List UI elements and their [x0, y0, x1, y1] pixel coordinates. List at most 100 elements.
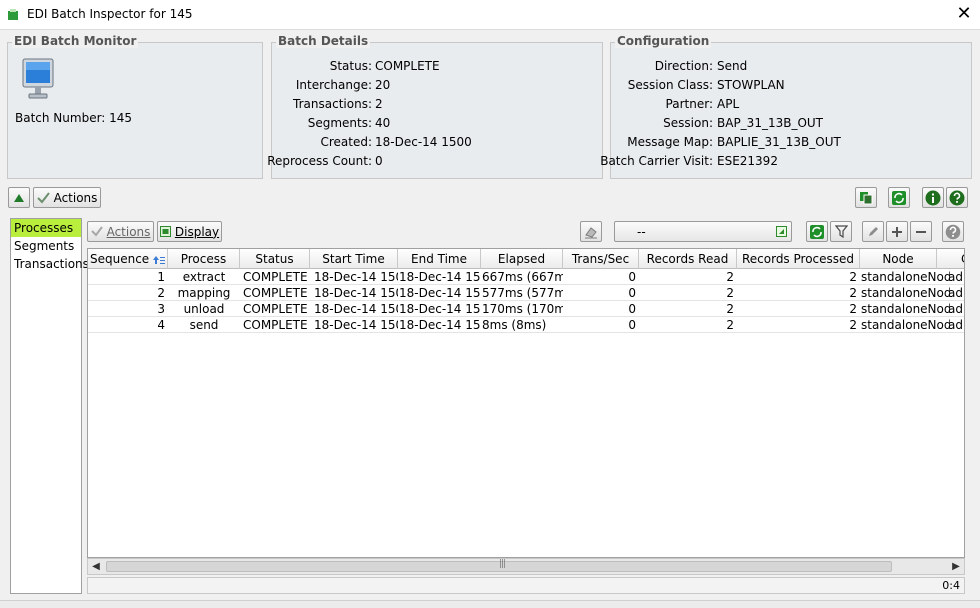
grid-status-bar: 0:4 — [87, 577, 965, 594]
config-value: ESE21392 — [717, 154, 778, 168]
cell-sequence: 4 — [157, 318, 165, 332]
cell-trans-sec: 0 — [628, 302, 636, 316]
col-header-c[interactable]: C — [937, 249, 964, 269]
display-button[interactable]: Display — [157, 221, 222, 242]
inner-actions-label: Actions — [106, 224, 151, 239]
app-icon — [8, 9, 18, 20]
cell-end-time: 18-Dec-14 1500 — [399, 302, 481, 316]
configuration-title: Configuration — [615, 34, 712, 48]
config-carrier-visit-row: Batch Carrier Visit: ESE21392 — [600, 153, 971, 169]
refresh-icon — [892, 190, 906, 205]
nav-item-processes[interactable]: Processes — [11, 219, 81, 237]
scroll-right-icon[interactable]: ▶ — [948, 559, 964, 574]
cell-c: ad — [948, 302, 963, 316]
scroll-left-icon[interactable]: ◀ — [88, 559, 104, 574]
processes-grid: Sequence Process Status Start Time End T… — [87, 248, 965, 558]
refresh-icon — [810, 224, 824, 239]
detail-value: 0 — [375, 154, 383, 168]
triangle-up-icon — [14, 193, 24, 202]
cell-start-time: 18-Dec-14 1500 — [314, 318, 398, 332]
batch-number: Batch Number: 145 — [15, 111, 133, 125]
copy-button[interactable] — [855, 187, 877, 208]
actions-label: Actions — [53, 190, 98, 205]
cell-process: mapping — [177, 286, 231, 300]
col-header-status[interactable]: Status — [240, 249, 310, 269]
table-row[interactable]: 4 send COMPLETE 18-Dec-14 1500 18-Dec-14… — [88, 317, 964, 333]
col-header-start-time[interactable]: Start Time — [310, 249, 398, 269]
actions-button[interactable]: Actions — [33, 187, 101, 208]
table-row[interactable]: 2 mapping COMPLETE 18-Dec-14 1500 18-Dec… — [88, 285, 964, 301]
window-bottom-edge — [0, 600, 980, 608]
refresh-button[interactable] — [888, 187, 910, 208]
table-row[interactable]: 1 extract COMPLETE 18-Dec-14 1500 18-Dec… — [88, 269, 964, 285]
cell-trans-sec: 0 — [628, 318, 636, 332]
minus-icon — [916, 230, 926, 233]
cell-status: COMPLETE — [243, 318, 308, 332]
info-button[interactable] — [922, 187, 944, 208]
batch-monitor-title: EDI Batch Monitor — [12, 34, 139, 48]
detail-label: Reprocess Count: — [267, 154, 372, 168]
remove-button[interactable] — [910, 221, 932, 242]
col-header-records-processed[interactable]: Records Processed — [737, 249, 860, 269]
checkmark-icon — [36, 191, 50, 204]
col-header-records-read[interactable]: Records Read — [639, 249, 737, 269]
config-session-row: Session: BAP_31_13B_OUT — [611, 115, 971, 131]
col-header-process[interactable]: Process — [168, 249, 240, 269]
config-direction-row: Direction: Send — [611, 58, 971, 74]
batch-monitor-panel: EDI Batch Monitor Batch Number: 145 — [7, 34, 263, 179]
grip-icon: ||| — [499, 559, 506, 569]
cell-elapsed: 577ms (577ms) — [482, 286, 563, 300]
table-row[interactable]: 3 unload COMPLETE 18-Dec-14 1500 18-Dec-… — [88, 301, 964, 317]
copy-icon — [860, 191, 873, 204]
config-label: Direction: — [654, 59, 713, 73]
grid-help-button[interactable] — [942, 221, 964, 242]
col-header-sequence[interactable]: Sequence — [88, 249, 168, 269]
config-label: Session Class: — [627, 78, 713, 92]
config-message-map-row: Message Map: BAPLIE_31_13B_OUT — [611, 134, 971, 150]
cell-c: ad — [948, 286, 963, 300]
close-button[interactable]: ✕ — [952, 2, 976, 26]
detail-value: 18-Dec-14 1500 — [375, 135, 472, 149]
monitor-icon — [22, 58, 54, 99]
configuration-panel: Configuration Direction: Send Session Cl… — [600, 34, 972, 179]
col-header-trans-sec[interactable]: Trans/Sec — [563, 249, 639, 269]
cell-records-processed: 2 — [849, 286, 857, 300]
add-button[interactable] — [886, 221, 908, 242]
col-header-node[interactable]: Node — [860, 249, 937, 269]
display-icon — [159, 226, 171, 237]
plus-icon — [892, 226, 902, 237]
col-header-elapsed[interactable]: Elapsed — [481, 249, 563, 269]
info-icon — [925, 190, 941, 205]
clear-filter-button[interactable] — [580, 221, 602, 242]
grid-refresh-button[interactable] — [806, 221, 828, 242]
left-nav: Processes Segments Transactions — [10, 218, 89, 594]
help-button[interactable] — [946, 187, 968, 208]
cell-process: send — [189, 318, 219, 332]
detail-value: 2 — [375, 97, 383, 111]
config-value: BAP_31_13B_OUT — [717, 116, 824, 130]
cell-records-processed: 2 — [849, 318, 857, 332]
cell-trans-sec: 0 — [628, 270, 636, 284]
nav-item-segments[interactable]: Segments — [11, 237, 81, 255]
detail-value: 20 — [375, 78, 391, 92]
detail-label: Segments: — [307, 116, 372, 130]
detail-reprocess-row: Reprocess Count: 0 — [267, 153, 602, 169]
config-session-class-row: Session Class: STOWPLAN — [611, 77, 971, 93]
view-combo[interactable]: -- — [614, 221, 792, 242]
filter-button[interactable] — [830, 221, 852, 242]
cell-process: unload — [183, 302, 225, 316]
detail-label: Transactions: — [293, 97, 372, 111]
scroll-thumb[interactable]: ||| — [106, 559, 892, 572]
detail-created-row: Created: 18-Dec-14 1500 — [272, 134, 602, 150]
horizontal-scrollbar[interactable]: ◀ ||| ▶ — [87, 558, 965, 575]
edit-button[interactable] — [862, 221, 884, 242]
cell-start-time: 18-Dec-14 1500 — [314, 302, 398, 316]
nav-item-transactions[interactable]: Transactions — [11, 255, 89, 273]
eraser-icon — [585, 226, 597, 238]
col-header-end-time[interactable]: End Time — [398, 249, 481, 269]
cell-sequence: 3 — [157, 302, 165, 316]
collapse-up-button[interactable] — [8, 187, 30, 208]
detail-value: COMPLETE — [375, 59, 440, 73]
help-icon — [945, 224, 961, 239]
inner-actions-button[interactable]: Actions — [87, 221, 154, 242]
